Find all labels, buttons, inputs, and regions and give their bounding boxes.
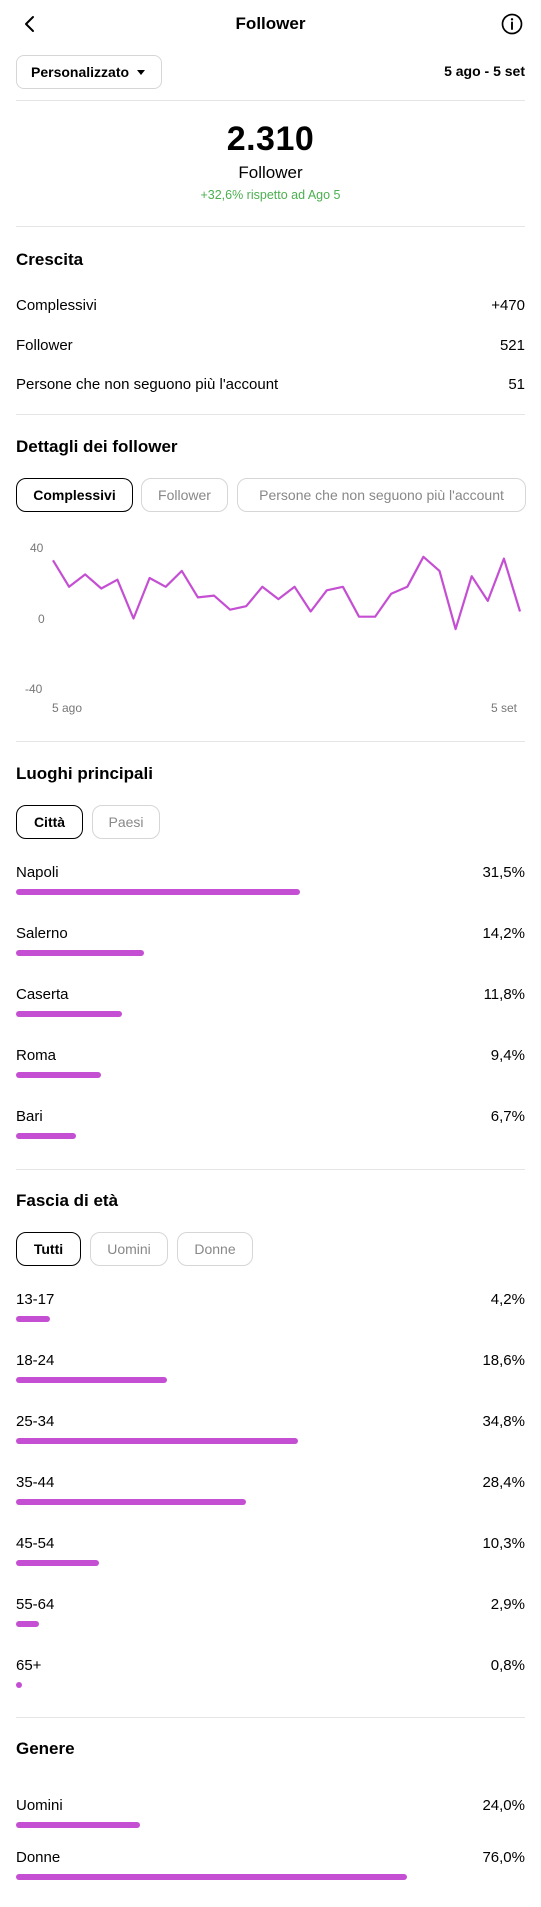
- age-row-label: 13-17: [16, 1291, 55, 1308]
- gender-row-bar: [16, 1822, 140, 1828]
- tab-uomini[interactable]: Uomini: [90, 1232, 168, 1266]
- age-row-value: 34,8%: [482, 1413, 525, 1430]
- location-row-value: 9,4%: [490, 1047, 525, 1064]
- age-row-value: 2,9%: [490, 1596, 525, 1613]
- age-row-label: 18-24: [16, 1352, 55, 1369]
- age-row-label: 55-64: [16, 1596, 55, 1613]
- location-row-label: Caserta: [16, 986, 69, 1003]
- divider: [16, 1717, 525, 1718]
- divider: [16, 741, 525, 742]
- age-row-label: 35-44: [16, 1474, 55, 1491]
- age-row-bar: [16, 1560, 100, 1566]
- location-row-label: Napoli: [16, 864, 59, 881]
- tab-donne[interactable]: Donne: [177, 1232, 253, 1266]
- gender-row-value: 24,0%: [482, 1797, 525, 1814]
- age-row-value: 10,3%: [482, 1535, 525, 1552]
- location-row-bar: [16, 950, 144, 956]
- tab-paesi[interactable]: Paesi: [92, 805, 160, 839]
- location-row-label: Salerno: [16, 925, 68, 942]
- age-row-value: 4,2%: [490, 1291, 525, 1308]
- age-row-label: 65+: [16, 1657, 42, 1674]
- age-title: Fascia di età: [16, 1191, 119, 1210]
- gender-row-bar: [16, 1874, 408, 1880]
- location-row-value: 6,7%: [490, 1108, 525, 1125]
- gender-row-label: Uomini: [16, 1797, 63, 1814]
- location-row-value: 14,2%: [482, 925, 525, 942]
- locations-title: Luoghi principali: [16, 764, 153, 783]
- age-row-value: 0,8%: [490, 1657, 525, 1674]
- location-row-label: Roma: [16, 1047, 57, 1064]
- series-line: [52, 555, 522, 631]
- age-row-bar: [16, 1438, 298, 1444]
- age-row-bar: [16, 1499, 247, 1505]
- location-row-value: 31,5%: [482, 864, 525, 881]
- divider: [16, 1169, 525, 1170]
- location-row-bar: [16, 1072, 101, 1078]
- location-row-bar: [16, 889, 300, 895]
- age-row-bar: [16, 1316, 51, 1322]
- x-tick-label-end: 5 set: [490, 701, 517, 715]
- age-row-label: 45-54: [16, 1535, 55, 1552]
- age-row-bar: [16, 1682, 23, 1688]
- x-tick-label-start: 5 ago: [52, 701, 83, 715]
- age-row-value: 28,4%: [482, 1474, 525, 1491]
- age-row-value: 18,6%: [482, 1352, 525, 1369]
- location-row-bar: [16, 1011, 123, 1017]
- location-row-value: 11,8%: [483, 986, 525, 1003]
- gender-row-value: 76,0%: [482, 1849, 525, 1866]
- age-row-bar: [16, 1377, 167, 1383]
- gender-title: Genere: [16, 1739, 75, 1758]
- age-row-label: 25-34: [16, 1413, 55, 1430]
- age-row-bar: [16, 1621, 40, 1627]
- gender-row-label: Donne: [16, 1849, 61, 1866]
- location-row-bar: [16, 1133, 77, 1139]
- location-row-label: Bari: [16, 1108, 43, 1125]
- tab-tutti[interactable]: Tutti: [16, 1232, 81, 1266]
- tab-citta[interactable]: Città: [16, 805, 83, 839]
- follower-line-chart: [52, 555, 522, 631]
